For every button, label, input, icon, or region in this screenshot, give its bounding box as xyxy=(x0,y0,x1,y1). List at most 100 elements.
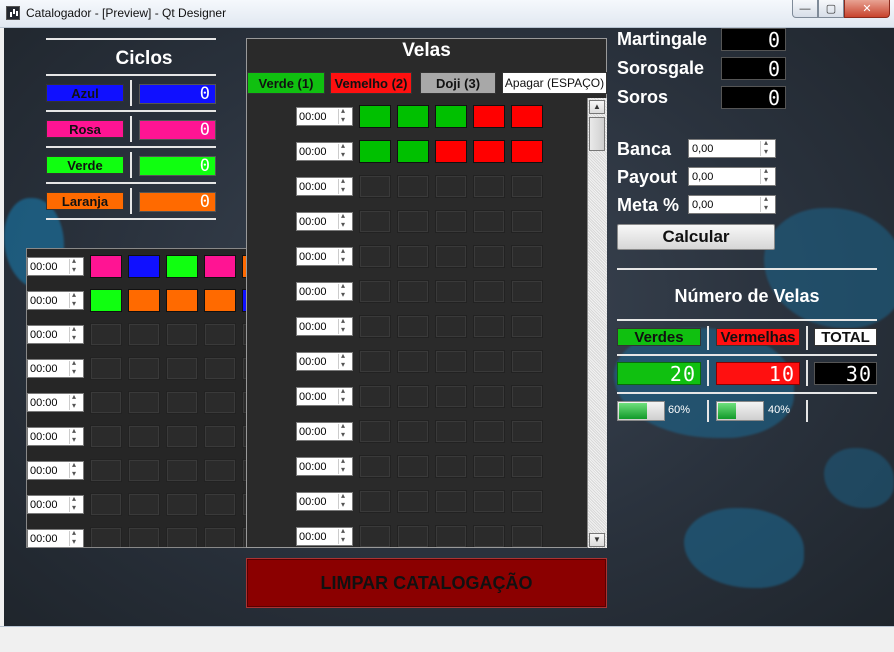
payout-field[interactable]: 0,00 xyxy=(688,166,776,186)
vela-cell[interactable] xyxy=(511,245,543,268)
spin-arrows-icon[interactable] xyxy=(69,324,82,342)
vela-cell[interactable] xyxy=(359,315,391,338)
ciclo-cell[interactable] xyxy=(204,323,236,346)
time-spinbox[interactable]: 00:00 xyxy=(27,358,84,378)
calcular-button[interactable]: Calcular xyxy=(617,224,775,250)
vela-cell[interactable] xyxy=(473,140,505,163)
vela-cell[interactable] xyxy=(511,315,543,338)
vela-cell[interactable] xyxy=(397,420,429,443)
time-spinbox[interactable]: 00:00 xyxy=(296,281,353,301)
vela-cell[interactable] xyxy=(435,525,467,547)
time-spinbox[interactable]: 00:00 xyxy=(27,290,84,310)
ciclo-cell[interactable] xyxy=(90,459,122,482)
spin-arrows-icon[interactable] xyxy=(760,138,774,156)
ciclo-cell[interactable] xyxy=(128,459,160,482)
vela-cell[interactable] xyxy=(359,245,391,268)
spin-arrows-icon[interactable] xyxy=(69,358,82,376)
vela-cell[interactable] xyxy=(473,105,505,128)
ciclo-cell[interactable] xyxy=(166,289,198,312)
vela-cell[interactable] xyxy=(511,385,543,408)
vela-button-3[interactable]: Apagar (ESPAÇO) xyxy=(502,72,607,94)
time-spinbox[interactable]: 00:00 xyxy=(27,256,84,276)
vela-cell[interactable] xyxy=(473,420,505,443)
time-spinbox[interactable]: 00:00 xyxy=(296,106,353,126)
vela-cell[interactable] xyxy=(511,105,543,128)
time-spinbox[interactable]: 00:00 xyxy=(27,426,84,446)
vela-cell[interactable] xyxy=(397,385,429,408)
ciclo-cell[interactable] xyxy=(90,289,122,312)
ciclo-cell[interactable] xyxy=(128,357,160,380)
spin-arrows-icon[interactable] xyxy=(69,426,82,444)
vela-cell[interactable] xyxy=(473,490,505,513)
banca-field[interactable]: 0,00 xyxy=(688,138,776,158)
ciclo-cell[interactable] xyxy=(128,527,160,547)
vela-cell[interactable] xyxy=(473,455,505,478)
ciclo-cell[interactable] xyxy=(204,425,236,448)
vela-cell[interactable] xyxy=(511,350,543,373)
vela-cell[interactable] xyxy=(359,385,391,408)
vela-cell[interactable] xyxy=(359,525,391,547)
vela-cell[interactable] xyxy=(397,105,429,128)
meta-field[interactable]: 0,00 xyxy=(688,194,776,214)
ciclo-button-rosa[interactable]: Rosa xyxy=(46,120,124,138)
vela-cell[interactable] xyxy=(359,175,391,198)
vela-cell[interactable] xyxy=(473,245,505,268)
ciclo-cell[interactable] xyxy=(128,425,160,448)
vela-button-2[interactable]: Doji (3) xyxy=(420,72,496,94)
vela-cell[interactable] xyxy=(359,280,391,303)
vela-cell[interactable] xyxy=(435,315,467,338)
vela-cell[interactable] xyxy=(435,455,467,478)
spin-arrows-icon[interactable] xyxy=(69,290,82,308)
vela-cell[interactable] xyxy=(435,420,467,443)
time-spinbox[interactable]: 00:00 xyxy=(296,141,353,161)
vela-cell[interactable] xyxy=(397,350,429,373)
time-spinbox[interactable]: 00:00 xyxy=(296,526,353,546)
vela-cell[interactable] xyxy=(435,350,467,373)
ciclo-cell[interactable] xyxy=(128,493,160,516)
spin-arrows-icon[interactable] xyxy=(338,421,351,439)
spin-arrows-icon[interactable] xyxy=(338,106,351,124)
ciclo-cell[interactable] xyxy=(166,459,198,482)
ciclo-cell[interactable] xyxy=(166,527,198,547)
time-spinbox[interactable]: 00:00 xyxy=(27,528,84,547)
vela-cell[interactable] xyxy=(397,280,429,303)
vela-cell[interactable] xyxy=(511,140,543,163)
vela-cell[interactable] xyxy=(435,490,467,513)
ciclo-cell[interactable] xyxy=(166,425,198,448)
vela-cell[interactable] xyxy=(359,420,391,443)
ciclo-button-azul[interactable]: Azul xyxy=(46,84,124,102)
vela-cell[interactable] xyxy=(511,455,543,478)
time-spinbox[interactable]: 00:00 xyxy=(296,456,353,476)
ciclo-cell[interactable] xyxy=(128,289,160,312)
ciclo-cell[interactable] xyxy=(204,459,236,482)
ciclo-cell[interactable] xyxy=(128,391,160,414)
spin-arrows-icon[interactable] xyxy=(338,526,351,544)
maximize-button[interactable]: ▢ xyxy=(818,0,844,18)
ciclo-cell[interactable] xyxy=(166,357,198,380)
time-spinbox[interactable]: 00:00 xyxy=(296,316,353,336)
ciclo-cell[interactable] xyxy=(90,493,122,516)
ciclo-cell[interactable] xyxy=(204,391,236,414)
time-spinbox[interactable]: 00:00 xyxy=(27,324,84,344)
spin-arrows-icon[interactable] xyxy=(69,494,82,512)
spin-arrows-icon[interactable] xyxy=(760,194,774,212)
scroll-up-arrow-icon[interactable]: ▲ xyxy=(589,100,605,114)
ciclo-cell[interactable] xyxy=(128,323,160,346)
vela-cell[interactable] xyxy=(473,350,505,373)
spin-arrows-icon[interactable] xyxy=(760,166,774,184)
vela-cell[interactable] xyxy=(511,175,543,198)
ciclo-cell[interactable] xyxy=(90,255,122,278)
vela-cell[interactable] xyxy=(359,490,391,513)
vela-cell[interactable] xyxy=(511,210,543,233)
time-spinbox[interactable]: 00:00 xyxy=(296,351,353,371)
spin-arrows-icon[interactable] xyxy=(338,246,351,264)
close-button[interactable]: ✕ xyxy=(844,0,890,18)
spin-arrows-icon[interactable] xyxy=(69,528,82,546)
spin-arrows-icon[interactable] xyxy=(69,392,82,410)
vela-cell[interactable] xyxy=(397,175,429,198)
time-spinbox[interactable]: 00:00 xyxy=(296,211,353,231)
ciclo-button-laranja[interactable]: Laranja xyxy=(46,192,124,210)
ciclo-cell[interactable] xyxy=(90,391,122,414)
time-spinbox[interactable]: 00:00 xyxy=(27,460,84,480)
vela-cell[interactable] xyxy=(473,385,505,408)
